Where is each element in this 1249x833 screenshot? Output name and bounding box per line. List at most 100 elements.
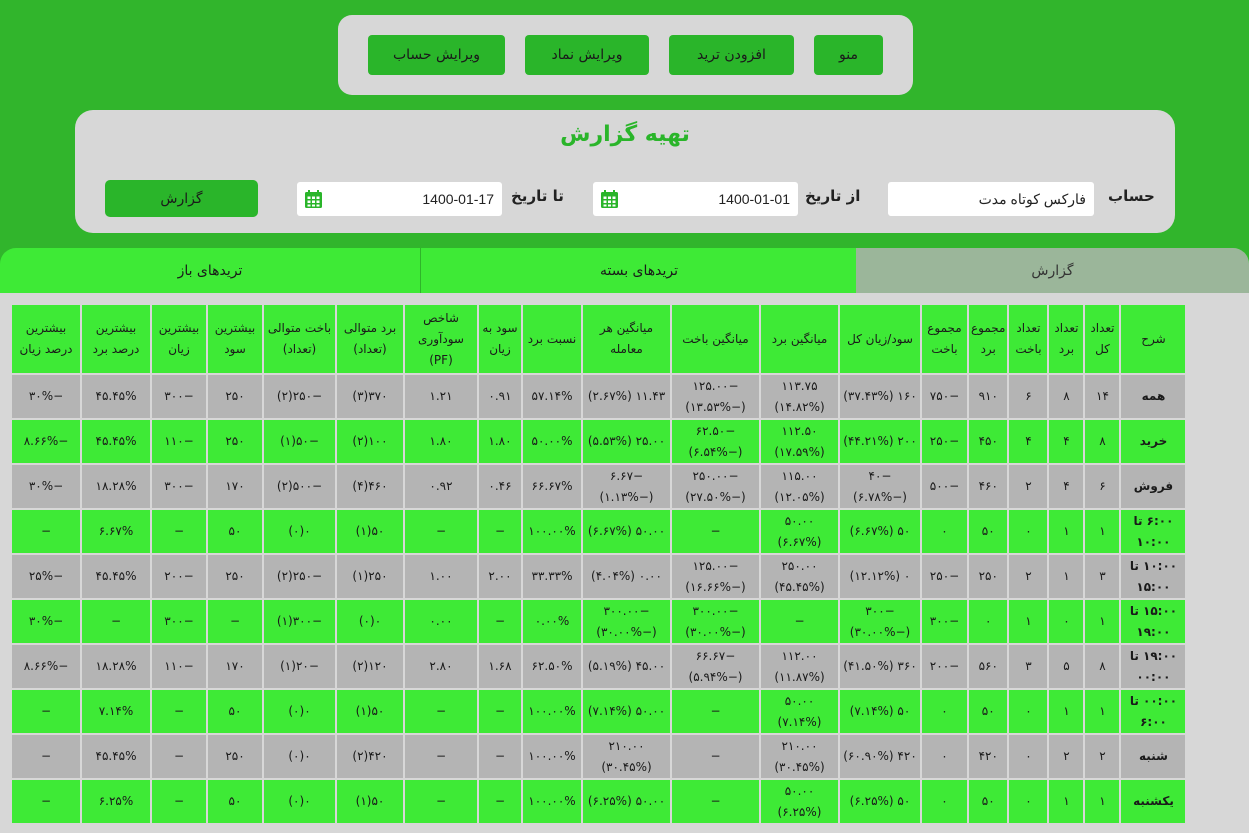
table-cell: − (405, 780, 477, 823)
table-cell: ۴ (1049, 465, 1084, 508)
column-header: تعداد برد (1049, 305, 1084, 373)
table-cell: ۰.۰۰ (۴.۰۴%) (583, 555, 670, 598)
table-cell: ۸ (1085, 420, 1120, 463)
table-cell: − (152, 735, 206, 778)
row-label: خرید (1121, 420, 1186, 463)
table-cell: −۲۰۰ (922, 645, 967, 688)
table-cell: ۴۵.۴۵% (82, 420, 150, 463)
table-row: خرید ۸ ۴ ۴ ۴۵۰ −۲۵۰ ۲۰۰ (۴۴.۲۱%) ۱۱۲.۵۰ (۱۷.۵۹%… (12, 420, 1186, 463)
table-cell: ۲.۸۰ (405, 645, 477, 688)
table-cell: ۱۱۵.۰۰ (۱۲.۰۵%) (761, 465, 838, 508)
table-cell: ۰.۰۰ (405, 600, 477, 643)
column-header: تعداد کل (1085, 305, 1120, 373)
table-cell: ۵۰ (۷.۱۴%) (840, 690, 920, 733)
table-cell: ۵۰ (۶.۲۵%) (840, 780, 920, 823)
edit-account-button[interactable]: ویرایش حساب (368, 35, 505, 75)
table-cell: ۹۱۰ (969, 375, 1008, 418)
from-date-value: 1400-01-01 (718, 191, 790, 207)
column-header: نسبت برد (523, 305, 581, 373)
table-cell: ۰ (1009, 735, 1048, 778)
table-cell: −۲۰۰ (152, 555, 206, 598)
table-cell: ۴ (1009, 420, 1048, 463)
from-date-input[interactable]: 1400-01-01 (593, 182, 798, 216)
table-cell: −۱۲۵.۰۰ (−۱۶.۶۶%) (672, 555, 759, 598)
table-cell: −۶.۶۷ (−۱.۱۳%) (583, 465, 670, 508)
tab-closed-trades[interactable]: تریدهای بسته (420, 248, 857, 293)
table-cell: ۴۶۰(۴) (337, 465, 403, 508)
table-cell: ۵۶۰ (969, 645, 1008, 688)
table-cell: ۴۲۰ (969, 735, 1008, 778)
to-date-label: تا تاریخ (511, 187, 564, 205)
row-label: ۰۰:۰۰ تا ۶:۰۰ (1121, 690, 1186, 733)
column-header: بیشترین درصد زیان (12, 305, 80, 373)
table-row: فروش ۶ ۴ ۲ ۴۶۰ −۵۰۰ −۴۰ (−۶.۷۸%) ۱۱۵.۰۰ (۱۲.۰۵%… (12, 465, 1186, 508)
to-date-input[interactable]: 1400-01-17 (297, 182, 502, 216)
table-cell: ۱۶۰ (۳۷.۴۳%) (840, 375, 920, 418)
row-label: شنبه (1121, 735, 1186, 778)
row-label: یکشنبه (1121, 780, 1186, 823)
table-cell: ۳ (1085, 555, 1120, 598)
table-cell: ۴۲۰(۲) (337, 735, 403, 778)
table-cell: ۱۷۰ (208, 465, 262, 508)
table-cell: −۵۰۰ (922, 465, 967, 508)
calendar-icon[interactable] (601, 190, 618, 208)
table-cell: ۱ (1049, 510, 1084, 553)
column-header: بیشترین زیان (152, 305, 206, 373)
table-cell: ۵۰ (969, 690, 1008, 733)
table-cell: ۰.۰۰% (523, 600, 581, 643)
tab-report[interactable]: گزارش (856, 248, 1249, 293)
table-cell: ۸ (1049, 375, 1084, 418)
menu-button[interactable]: منو (814, 35, 883, 75)
tab-open-trades[interactable]: تریدهای باز (0, 248, 420, 293)
table-cell: ۷.۱۴% (82, 690, 150, 733)
table-cell: ۰.۹۱ (479, 375, 521, 418)
table-cell: ۰ (1009, 510, 1048, 553)
table-cell: − (479, 735, 521, 778)
table-cell: ۵۰.۰۰ (۶.۶۷%) (583, 510, 670, 553)
nav-panel: ویرایش حساب ویرایش نماد افزودن ترید منو (338, 15, 913, 95)
table-cell: ۶.۲۵% (82, 780, 150, 823)
table-cell: − (672, 780, 759, 823)
table-cell: −۶۶.۶۷ (−۵.۹۴%) (672, 645, 759, 688)
table-cell: −۱۲۵.۰۰ (−۱۳.۵۳%) (672, 375, 759, 418)
table-cell: ۰ (۱۲.۱۲%) (840, 555, 920, 598)
table-cell: ۲۱۰.۰۰ (۳۰.۴۵%) (761, 735, 838, 778)
edit-symbol-button[interactable]: ویرایش نماد (525, 35, 649, 75)
table-cell: ۲۵۰ (208, 555, 262, 598)
report-button[interactable]: گزارش (105, 180, 258, 217)
table-cell: −۲۵۰(۲) (264, 555, 335, 598)
table-cell: ۱ (1085, 600, 1120, 643)
table-cell: −۳۰% (12, 465, 80, 508)
table-cell: ۰ (969, 600, 1008, 643)
table-cell: ۴۶۰ (969, 465, 1008, 508)
table-cell: ۲۵.۰۰ (۵.۵۳%) (583, 420, 670, 463)
table-cell: ۱۴ (1085, 375, 1120, 418)
report-title: تهیه گزارش (560, 122, 690, 147)
table-cell: ۱ (1049, 555, 1084, 598)
table-cell: −۷۵۰ (922, 375, 967, 418)
column-header: بیشترین سود (208, 305, 262, 373)
from-date-label: از تاریخ (805, 187, 861, 205)
table-cell: −۳۰۰.۰۰ (−۳۰.۰۰%) (672, 600, 759, 643)
table-cell: ۵۷.۱۴% (523, 375, 581, 418)
add-trade-button[interactable]: افزودن ترید (669, 35, 794, 75)
table-row: ۰۰:۰۰ تا ۶:۰۰ ۱ ۱ ۰ ۵۰ ۰ ۵۰ (۷.۱۴%) ۵۰.۰۰ (۷.۱۴… (12, 690, 1186, 733)
row-label: ۶:۰۰ تا ۱۰:۰۰ (1121, 510, 1186, 553)
table-row: ۱۹:۰۰ تا ۰۰:۰۰ ۸ ۵ ۳ ۵۶۰ −۲۰۰ ۳۶۰ (۴۱.۵۰%) ۱۱۲.… (12, 645, 1186, 688)
column-header: برد متوالی (تعداد) (337, 305, 403, 373)
table-cell: ۰(۰) (264, 690, 335, 733)
table-cell: ۴۵.۴۵% (82, 555, 150, 598)
account-select[interactable]: فارکس کوتاه مدت (888, 182, 1094, 216)
table-cell: −۳۰% (12, 600, 80, 643)
table-cell: ۵۰.۰۰% (523, 420, 581, 463)
table-cell: ۱۰۰.۰۰% (523, 690, 581, 733)
table-cell: ۰ (1009, 690, 1048, 733)
table-cell: ۰ (922, 510, 967, 553)
table-cell: −۳۰۰ (152, 375, 206, 418)
table-cell: ۱۲۰(۲) (337, 645, 403, 688)
table-cell: − (405, 735, 477, 778)
table-cell: ۲۵۰.۰۰ (۴۵.۴۵%) (761, 555, 838, 598)
calendar-icon[interactable] (305, 190, 322, 208)
column-header: مجموع باخت (922, 305, 967, 373)
table-cell: ۴ (1049, 420, 1084, 463)
